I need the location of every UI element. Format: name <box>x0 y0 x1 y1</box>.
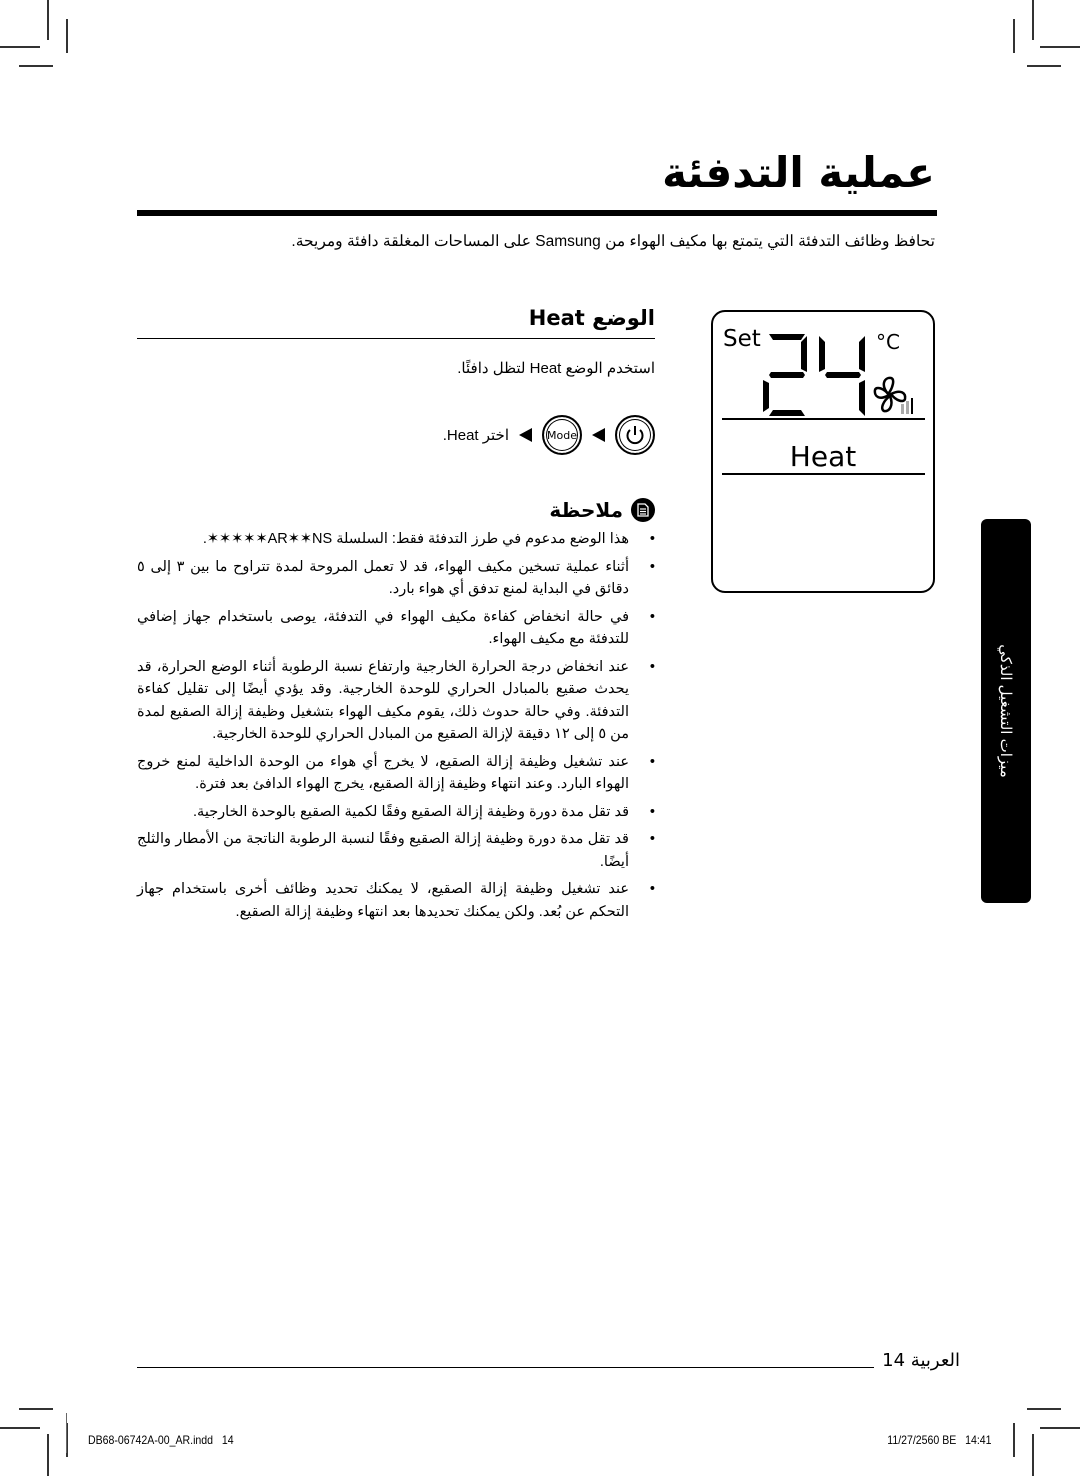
crop-mark <box>1027 65 1061 67</box>
footer-divider <box>137 1367 874 1368</box>
list-item: • عند تشغيل وظيفة إزالة الصقيع، لا يخرج … <box>137 751 655 796</box>
crop-mark <box>1032 0 1034 40</box>
list-item: • قد تقل مدة دورة وظيفة إزالة الصقيع وفق… <box>137 828 655 873</box>
crop-mark <box>1013 1423 1015 1457</box>
crop-mark <box>1032 1434 1034 1476</box>
bullet: • <box>649 881 655 897</box>
lcd-temperature-digits <box>763 334 865 416</box>
note-list: • هذا الوضع مدعوم في طرز التدفئة فقط: ال… <box>137 528 657 928</box>
crop-mark <box>0 1427 40 1429</box>
crop-mark <box>19 65 53 67</box>
fan-level-bar-2 <box>906 401 909 414</box>
bullet: • <box>649 608 655 625</box>
note-document-icon <box>631 498 655 522</box>
power-button <box>615 415 655 455</box>
lcd-mode-label: Heat <box>789 440 857 473</box>
bullet: • <box>649 658 655 675</box>
crop-mark <box>1013 19 1015 53</box>
operation-steps: Mode اختر Heat. <box>443 413 655 457</box>
crop-mark <box>19 1408 53 1410</box>
bullet: • <box>649 531 655 547</box>
print-slug-file: DB68-06742A-00_AR.indd 14 <box>88 1433 234 1447</box>
section-heading: الوضع Heat <box>528 306 655 330</box>
note-title: ملاحظة <box>549 498 623 522</box>
list-item: • هذا الوضع مدعوم في طرز التدفئة فقط: ال… <box>137 528 655 551</box>
note-header: ملاحظة <box>549 498 655 522</box>
fan-level-bar-3 <box>911 398 913 414</box>
lcd-set-label: Set <box>723 326 761 352</box>
section-divider <box>137 338 655 339</box>
digit-4 <box>819 336 865 416</box>
page-number-label: العربية 14 <box>882 1350 960 1371</box>
fan-level-bar-1 <box>901 404 904 414</box>
section-description: استخدم الوضع Heat لتظل دافئًا. <box>457 360 655 377</box>
chapter-side-tab[interactable]: ميزات التشغيل الذكي <box>981 519 1031 903</box>
bullet: • <box>649 558 655 575</box>
intro-paragraph: تحافظ وظائف التدفئة التي يتمتع بها مكيف … <box>291 233 935 250</box>
list-item: • في حالة انخفاض كفاءة مكيف الهواء في ال… <box>137 606 655 651</box>
bullet: • <box>649 803 655 820</box>
mode-button: Mode <box>542 415 582 455</box>
remote-lcd-display: Set °C Heat <box>711 310 935 593</box>
bullet: • <box>649 831 655 847</box>
page-number: 14 <box>882 1350 906 1371</box>
arrow-left-icon <box>592 428 605 442</box>
arrow-left-icon <box>519 428 532 442</box>
page-title: عملية التدفئة <box>662 148 935 197</box>
step-select-heat: اختر Heat. <box>442 427 509 444</box>
crop-mark <box>1027 1408 1061 1410</box>
bullet: • <box>649 753 655 770</box>
list-item: • عند تشغيل وظيفة إزالة الصقيع، لا يمكنك… <box>137 878 655 923</box>
crop-mark <box>0 46 40 48</box>
list-item: • قد تقل مدة دورة وظيفة إزالة الصقيع وفق… <box>137 801 655 824</box>
power-icon <box>626 426 644 445</box>
lcd-divider <box>722 418 925 420</box>
crop-mark <box>1040 1427 1080 1429</box>
slug-divider <box>66 1413 67 1453</box>
lcd-divider <box>722 473 925 475</box>
list-item: • عند انخفاض درجة الحرارة الخارجية وارتف… <box>137 656 655 746</box>
title-divider <box>137 210 937 216</box>
crop-mark <box>47 0 49 40</box>
digit-2 <box>763 334 807 416</box>
fan-icon <box>873 376 913 414</box>
crop-mark <box>47 1434 49 1476</box>
crop-mark <box>66 19 68 53</box>
print-slug-date: 11/27/2560 BE 14:41 <box>887 1433 992 1447</box>
page-language: العربية <box>910 1350 960 1371</box>
crop-mark <box>1040 46 1080 48</box>
chapter-side-tab-label: ميزات التشغيل الذكي <box>997 644 1014 778</box>
lcd-unit-celsius: °C <box>876 330 900 354</box>
list-item: • أثناء عملية تسخين مكيف الهواء، قد لا ت… <box>137 556 655 601</box>
